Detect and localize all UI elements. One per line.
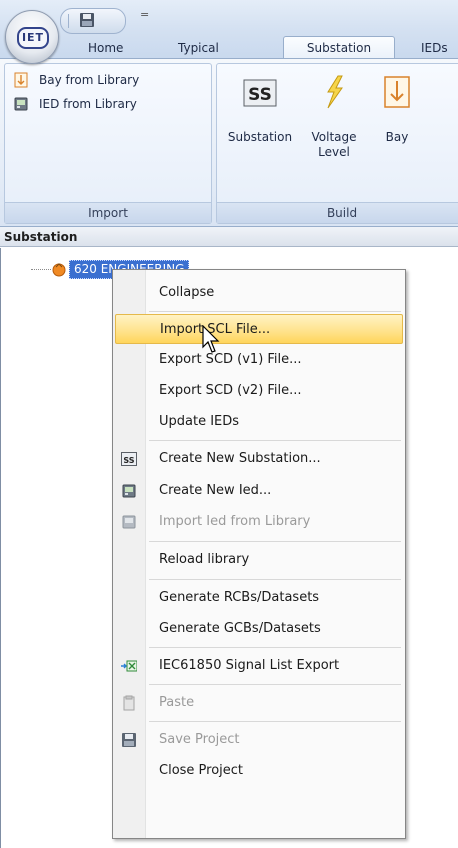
group-label-build: Build (217, 202, 458, 223)
svg-text:SS: SS (123, 456, 134, 465)
group-label-import: Import (5, 202, 211, 223)
qat-customize-dropdown[interactable]: = (140, 8, 149, 21)
tab-typical[interactable]: Typical (178, 39, 219, 58)
substation-icon: SS (243, 79, 277, 107)
substation-icon: SS (121, 452, 137, 466)
menu-item-collapse[interactable]: Collapse (115, 278, 403, 308)
bay-icon (384, 76, 410, 108)
menu-separator (149, 684, 401, 685)
bay-icon (14, 72, 28, 88)
ied-icon (14, 97, 28, 111)
menu-item-export-scd-v1[interactable]: Export SCD (v1) File... (115, 345, 403, 375)
orb-logo-label: IET (17, 27, 49, 49)
menu-item-create-new-substation[interactable]: SS Create New Substation... (115, 444, 403, 474)
menu-item-create-new-ied[interactable]: Create New Ied... (115, 476, 403, 506)
menu-separator (149, 579, 401, 580)
menu-item-close-project[interactable]: Close Project (115, 756, 403, 786)
menu-separator (149, 440, 401, 441)
clipboard-icon (123, 695, 135, 711)
substation-panel-title: Substation (0, 227, 458, 247)
ied-icon (122, 515, 136, 529)
application-orb-button[interactable]: IET (5, 10, 59, 64)
ribbon-panel: Bay from Library IED from Library Import… (0, 58, 458, 227)
menu-item-generate-gcbs[interactable]: Generate GCBs/Datasets (115, 614, 403, 644)
project-node-icon (52, 263, 66, 277)
menu-item-paste: Paste (115, 688, 403, 718)
ribbon-title-strip: IET = Home Typical Substation IEDs (0, 0, 458, 64)
menu-item-reload-library[interactable]: Reload library (115, 545, 403, 575)
menu-item-update-ieds[interactable]: Update IEDs (115, 407, 403, 437)
menu-item-export-scd-v2[interactable]: Export SCD (v2) File... (115, 376, 403, 406)
ribbon-group-build: SS Substation Voltage Level Bay Build (216, 63, 458, 224)
menu-item-signal-list-export[interactable]: IEC61850 Signal List Export (115, 651, 403, 681)
tree-connector-line (31, 269, 51, 270)
tab-home[interactable]: Home (88, 39, 123, 58)
menu-separator (149, 541, 401, 542)
ribbon-group-import: Bay from Library IED from Library Import (4, 63, 212, 224)
ied-icon (122, 484, 136, 498)
menu-item-import-scl-file[interactable]: Import SCL File... (115, 314, 403, 344)
save-icon[interactable] (79, 12, 95, 28)
menu-item-save-project: Save Project (115, 725, 403, 755)
qat-separator (68, 14, 69, 28)
menu-separator (149, 311, 401, 312)
menu-separator (149, 647, 401, 648)
ribbon-tabs: Home Typical Substation IEDs (0, 36, 458, 59)
tab-ieds[interactable]: IEDs (421, 39, 448, 58)
menu-separator (149, 721, 401, 722)
excel-export-icon (121, 660, 137, 672)
mouse-pointer-icon (202, 325, 220, 353)
menu-item-generate-rcbs[interactable]: Generate RCBs/Datasets (115, 583, 403, 613)
lightning-icon (327, 75, 343, 109)
voltage-label-line2: Level (318, 145, 350, 159)
quick-access-toolbar (60, 8, 126, 34)
menu-item-import-ied-from-library: Import Ied from Library (115, 507, 403, 537)
tab-substation[interactable]: Substation (283, 36, 395, 59)
context-menu: Collapse Import SCL File... Export SCD (… (112, 269, 406, 839)
svg-text:SS: SS (248, 85, 272, 105)
save-icon (122, 733, 136, 747)
voltage-label-line1: Voltage (311, 130, 357, 144)
